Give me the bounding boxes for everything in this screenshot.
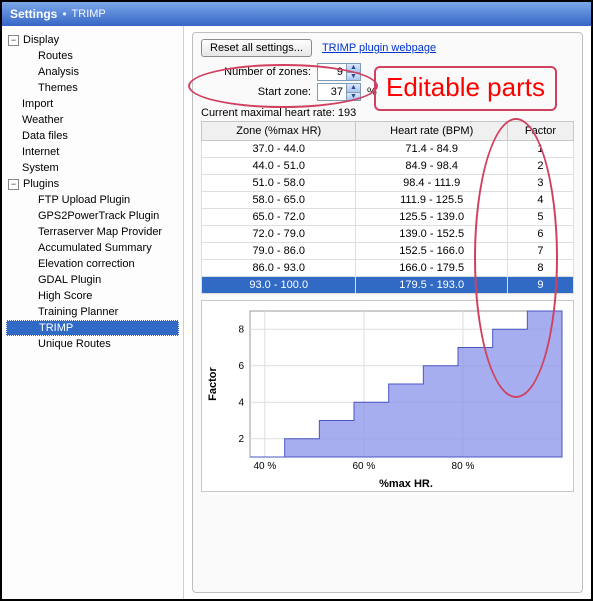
svg-text:80 %: 80 % — [452, 461, 475, 472]
spin-down-icon[interactable]: ▼ — [346, 93, 360, 101]
svg-text:4: 4 — [238, 397, 244, 408]
title-bar: Settings • TRIMP — [2, 2, 591, 26]
tree-import[interactable]: Import — [6, 96, 179, 112]
table-row[interactable]: 86.0 - 93.0166.0 - 179.58 — [202, 260, 574, 277]
tree-plugins[interactable]: − Plugins — [6, 176, 179, 192]
title-main: Settings — [10, 7, 57, 21]
table-row[interactable]: 93.0 - 100.0179.5 - 193.09 — [202, 277, 574, 294]
tree-high[interactable]: High Score — [6, 288, 179, 304]
table-row[interactable]: 44.0 - 51.084.9 - 98.42 — [202, 158, 574, 175]
tree-train[interactable]: Training Planner — [6, 304, 179, 320]
tree-analysis[interactable]: Analysis — [6, 64, 179, 80]
chart: 2 4 6 8 40 % 60 % 80 % %max HR. Factor — [201, 300, 574, 492]
svg-text:6: 6 — [238, 361, 244, 372]
spin-up-icon[interactable]: ▲ — [346, 64, 360, 73]
table-row[interactable]: 58.0 - 65.0111.9 - 125.54 — [202, 192, 574, 209]
table-row[interactable]: 37.0 - 44.071.4 - 84.91 — [202, 141, 574, 158]
numzones-label: Number of zones: — [201, 66, 311, 78]
tree-trimp[interactable]: TRIMP — [6, 320, 179, 336]
col-hr[interactable]: Heart rate (BPM) — [356, 122, 507, 141]
svg-text:%max HR.: %max HR. — [379, 478, 433, 490]
tree-weather[interactable]: Weather — [6, 112, 179, 128]
tree-gdal[interactable]: GDAL Plugin — [6, 272, 179, 288]
col-zone[interactable]: Zone (%max HR) — [202, 122, 356, 141]
tree-datafiles[interactable]: Data files — [6, 128, 179, 144]
table-row[interactable]: 79.0 - 86.0152.5 - 166.07 — [202, 243, 574, 260]
svg-text:40 %: 40 % — [253, 461, 276, 472]
tree-acc[interactable]: Accumulated Summary — [6, 240, 179, 256]
spin-up-icon[interactable]: ▲ — [346, 84, 360, 93]
max-hr-label: Current maximal heart rate: 193 — [201, 107, 574, 119]
reset-button[interactable]: Reset all settings... — [201, 39, 312, 57]
minus-icon[interactable]: − — [8, 179, 19, 190]
startzone-spinner[interactable]: ▲ ▼ — [317, 83, 361, 101]
zones-table: Zone (%max HR) Heart rate (BPM) Factor 3… — [201, 121, 574, 294]
tree-themes[interactable]: Themes — [6, 80, 179, 96]
table-row[interactable]: 51.0 - 58.098.4 - 111.93 — [202, 175, 574, 192]
sidebar-tree: − Display Routes Analysis Themes Import … — [2, 26, 184, 599]
minus-icon[interactable]: − — [8, 35, 19, 46]
plugin-webpage-link[interactable]: TRIMP plugin webpage — [322, 42, 436, 54]
svg-text:2: 2 — [238, 434, 244, 445]
title-sub: TRIMP — [72, 8, 106, 20]
tree-system[interactable]: System — [6, 160, 179, 176]
svg-text:60 %: 60 % — [353, 461, 376, 472]
tree-display[interactable]: − Display — [6, 32, 179, 48]
svg-text:Factor: Factor — [207, 366, 219, 400]
settings-panel: Reset all settings... TRIMP plugin webpa… — [192, 32, 583, 593]
tree-gps2[interactable]: GPS2PowerTrack Plugin — [6, 208, 179, 224]
numzones-input[interactable] — [318, 64, 346, 80]
tree-terra[interactable]: Terraserver Map Provider — [6, 224, 179, 240]
tree-internet[interactable]: Internet — [6, 144, 179, 160]
spin-down-icon[interactable]: ▼ — [346, 73, 360, 81]
startzone-label: Start zone: — [201, 86, 311, 98]
table-row[interactable]: 72.0 - 79.0139.0 - 152.56 — [202, 226, 574, 243]
pct-label: % — [367, 86, 377, 98]
numzones-spinner[interactable]: ▲ ▼ — [317, 63, 361, 81]
tree-ftp[interactable]: FTP Upload Plugin — [6, 192, 179, 208]
startzone-input[interactable] — [318, 84, 346, 100]
col-factor[interactable]: Factor — [507, 122, 573, 141]
tree-elev[interactable]: Elevation correction — [6, 256, 179, 272]
tree-uniq[interactable]: Unique Routes — [6, 336, 179, 352]
svg-text:8: 8 — [238, 324, 244, 335]
tree-routes[interactable]: Routes — [6, 48, 179, 64]
table-row[interactable]: 65.0 - 72.0125.5 - 139.05 — [202, 209, 574, 226]
